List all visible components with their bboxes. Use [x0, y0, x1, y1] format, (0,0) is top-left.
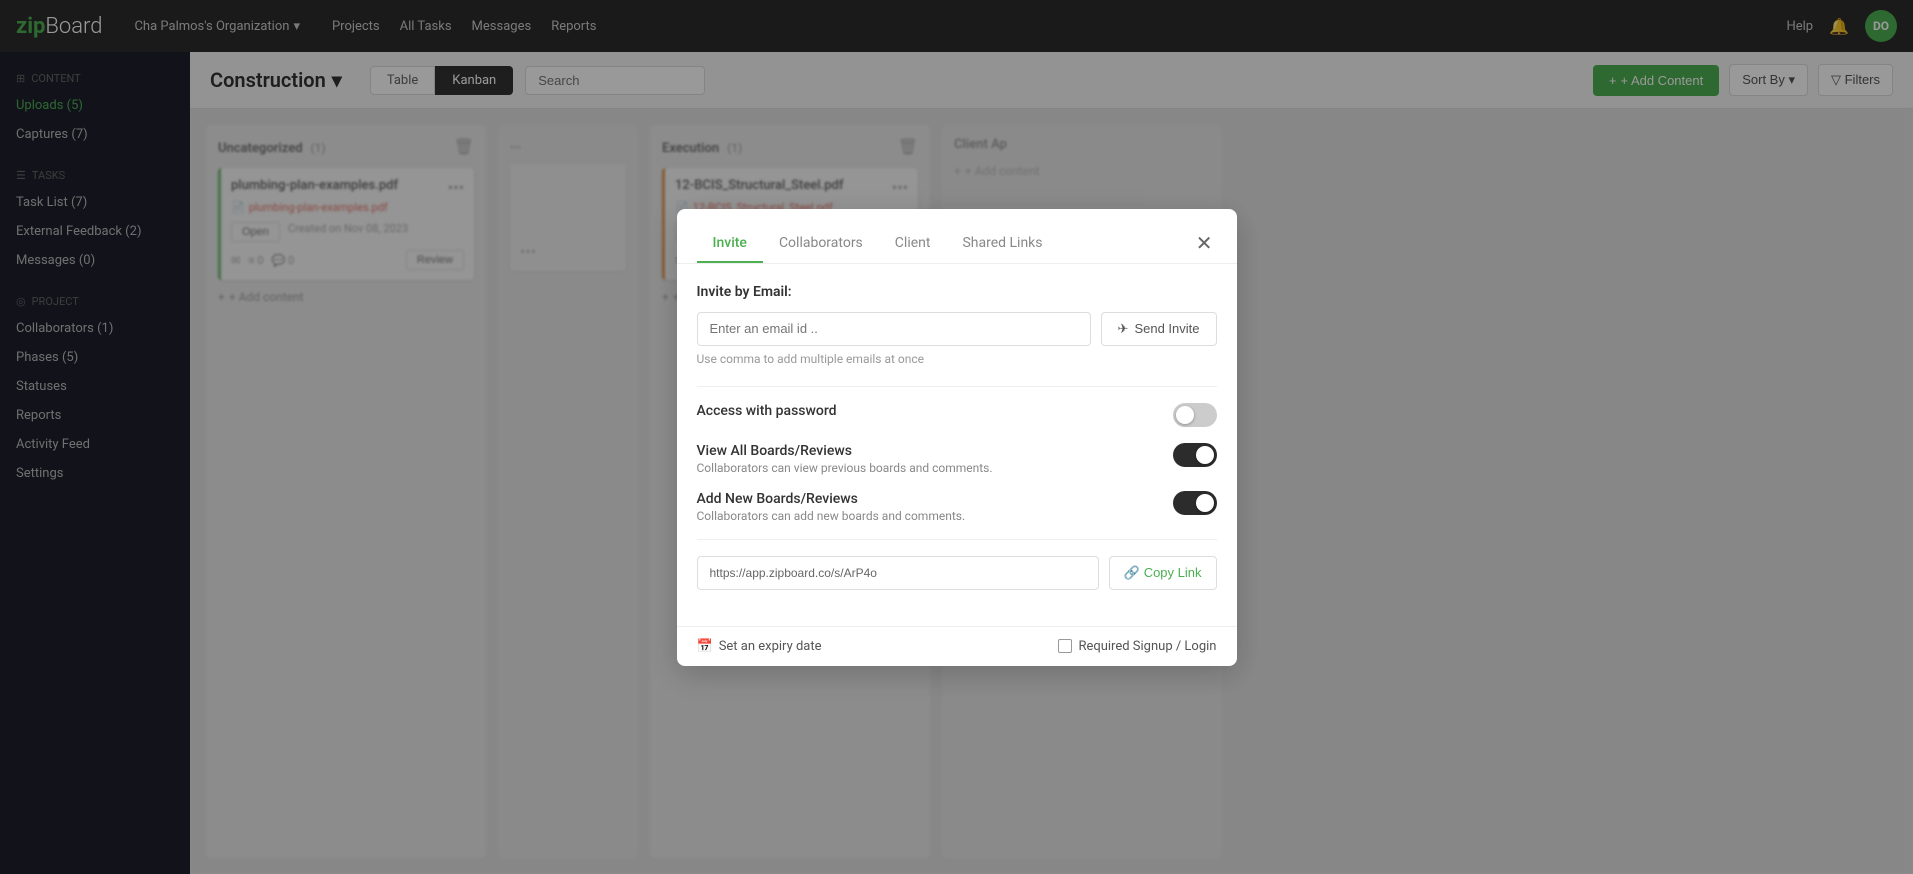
modal-tab-client[interactable]: Client: [879, 225, 947, 263]
set-expiry-button[interactable]: 📅 Set an expiry date: [697, 639, 822, 654]
modal-body: Invite by Email: ✈ Send Invite Use comma…: [677, 264, 1237, 626]
hint-text: Use comma to add multiple emails at once: [697, 352, 1217, 366]
required-login: Required Signup / Login: [1058, 639, 1216, 654]
toggle-slider-boards: [1173, 443, 1217, 467]
modal-close-button[interactable]: ✕: [1192, 231, 1217, 256]
email-input[interactable]: [697, 312, 1091, 346]
copy-link-button[interactable]: 🔗 Copy Link: [1109, 556, 1217, 590]
toggle-knob-add-boards: [1196, 494, 1214, 512]
add-boards-row: Add New Boards/Reviews Collaborators can…: [697, 491, 1217, 523]
share-link-input[interactable]: [697, 556, 1099, 590]
access-password-row: Access with password: [697, 403, 1217, 427]
calendar-icon: 📅: [697, 639, 713, 654]
divider-2: [697, 539, 1217, 540]
view-boards-row: View All Boards/Reviews Collaborators ca…: [697, 443, 1217, 475]
required-login-checkbox[interactable]: [1058, 639, 1072, 653]
toggle-knob-password: [1176, 406, 1194, 424]
add-boards-toggle[interactable]: [1173, 491, 1217, 515]
modal-tab-invite[interactable]: Invite: [697, 225, 763, 263]
modal-header: Invite Collaborators Client Shared Links…: [677, 209, 1237, 264]
view-boards-toggle[interactable]: [1173, 443, 1217, 467]
link-row: 🔗 Copy Link: [697, 556, 1217, 590]
divider-1: [697, 386, 1217, 387]
modal-tabs: Invite Collaborators Client Shared Links: [697, 225, 1059, 263]
invite-by-email-title: Invite by Email:: [697, 284, 1217, 300]
toggle-slider-password: [1173, 403, 1217, 427]
add-boards-label: Add New Boards/Reviews: [697, 491, 1157, 507]
access-password-label: Access with password: [697, 403, 1157, 419]
send-invite-button[interactable]: ✈ Send Invite: [1101, 312, 1217, 346]
view-boards-label: View All Boards/Reviews: [697, 443, 1157, 459]
access-password-info: Access with password: [697, 403, 1157, 421]
add-boards-desc: Collaborators can add new boards and com…: [697, 509, 1157, 523]
link-icon: 🔗: [1124, 565, 1140, 581]
modal-footer: 📅 Set an expiry date Required Signup / L…: [677, 626, 1237, 666]
toggle-slider-add-boards: [1173, 491, 1217, 515]
invite-modal: Invite Collaborators Client Shared Links…: [677, 209, 1237, 666]
toggle-knob-boards: [1196, 446, 1214, 464]
view-boards-desc: Collaborators can view previous boards a…: [697, 461, 1157, 475]
modal-overlay[interactable]: Invite Collaborators Client Shared Links…: [0, 0, 1913, 874]
modal-tab-shared-links[interactable]: Shared Links: [946, 225, 1058, 263]
email-row: ✈ Send Invite: [697, 312, 1217, 346]
access-password-toggle[interactable]: [1173, 403, 1217, 427]
send-icon: ✈: [1118, 321, 1129, 337]
add-boards-info: Add New Boards/Reviews Collaborators can…: [697, 491, 1157, 523]
view-boards-info: View All Boards/Reviews Collaborators ca…: [697, 443, 1157, 475]
modal-tab-collaborators[interactable]: Collaborators: [763, 225, 879, 263]
